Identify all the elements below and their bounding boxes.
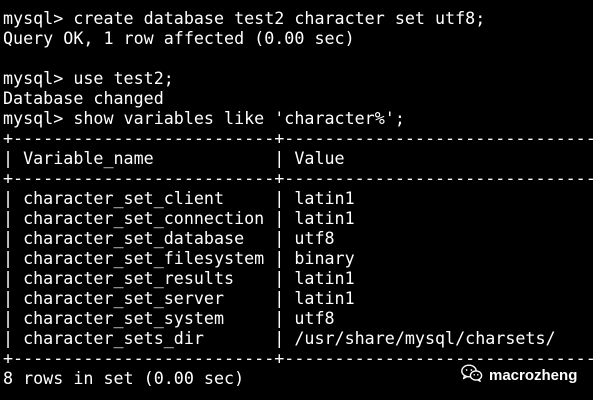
table-row: | character_sets_dir | /usr/share/mysql/…	[3, 328, 593, 348]
terminal-output[interactable]: mysql> create database test2 character s…	[3, 0, 593, 400]
table-row: | character_set_system | utf8 |	[3, 308, 593, 328]
table-row: | character_set_connection | latin1 |	[3, 208, 593, 228]
table-row: | character_set_database | utf8 |	[3, 228, 593, 248]
table-row: | character_set_client | latin1 |	[3, 188, 593, 208]
table-border: +--------------------------+------------…	[3, 128, 593, 148]
table-header-row: | Variable_name | Value |	[3, 148, 593, 168]
table-row: | character_set_results | latin1 |	[3, 268, 593, 288]
terminal-line: 8 rows in set (0.00 sec)	[3, 368, 245, 388]
watermark-text: macrozheng	[489, 366, 578, 384]
wechat-icon	[461, 363, 483, 387]
terminal-line: mysql> create database test2 character s…	[3, 8, 486, 28]
terminal-line: Database changed	[3, 88, 164, 108]
table-row: | character_set_server | latin1 |	[3, 288, 593, 308]
terminal-line: Query OK, 1 row affected (0.00 sec)	[3, 28, 355, 48]
table-border: +--------------------------+------------…	[3, 168, 593, 188]
watermark: macrozheng	[461, 363, 578, 387]
table-row: | character_set_filesystem | binary |	[3, 248, 593, 268]
terminal-line: mysql> show variables like 'character%';	[3, 108, 405, 128]
terminal-line: mysql> use test2;	[3, 68, 174, 88]
